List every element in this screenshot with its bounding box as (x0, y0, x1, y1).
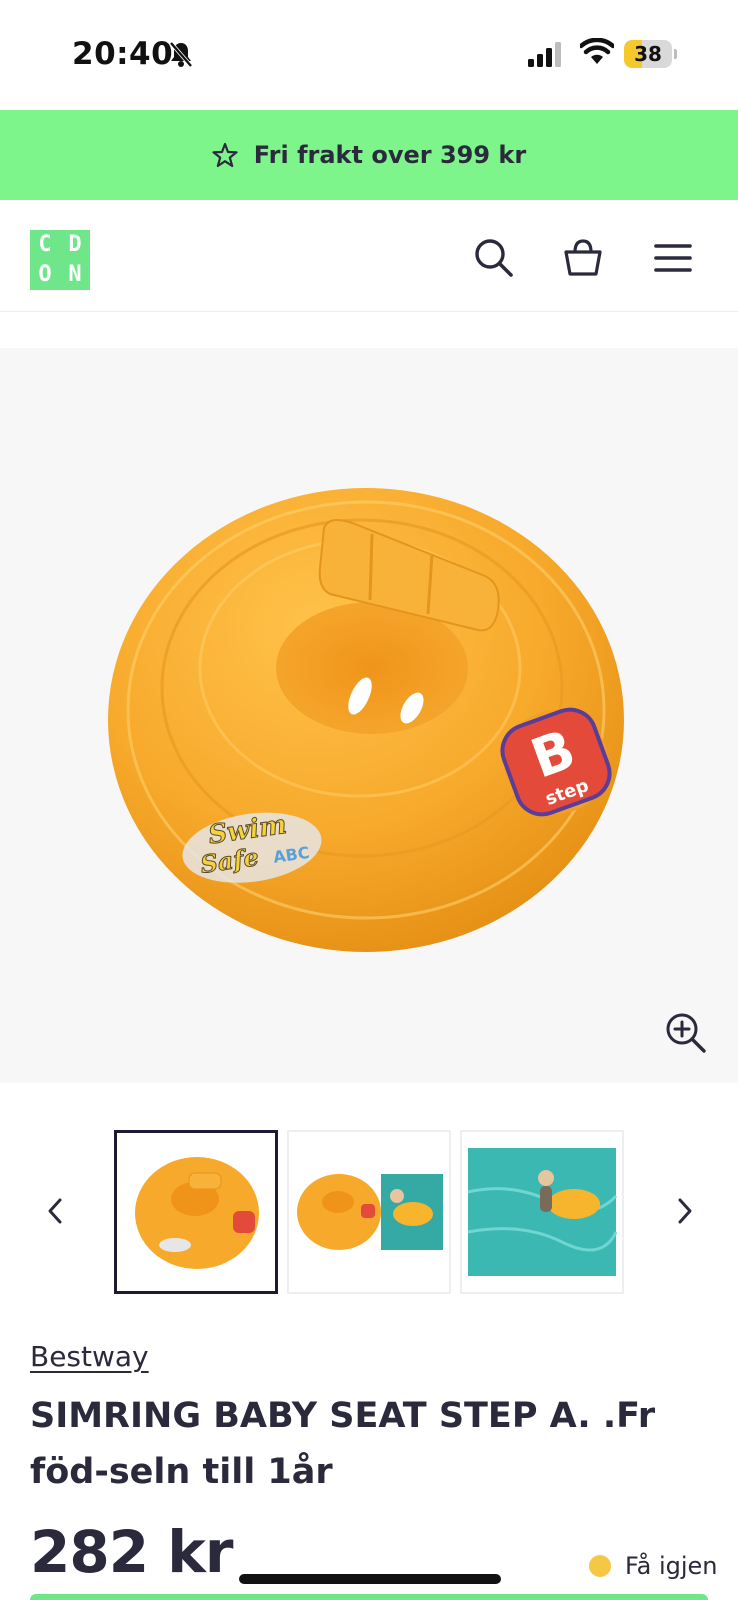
menu-icon[interactable] (653, 238, 693, 278)
cdon-logo[interactable]: C D O N (30, 230, 90, 290)
product-page: 20:40 38 Fri frakt over 399 kr C D O N B… (0, 0, 738, 1600)
thumbnail-3[interactable] (460, 1130, 624, 1294)
thumbnail-swim-ring (135, 1157, 259, 1269)
thumbnail-pool-photo (467, 1148, 618, 1276)
search-icon[interactable] (474, 238, 514, 278)
battery-level: 38 (634, 42, 662, 66)
thumbnail-swim-ring-with-baby (297, 1174, 443, 1250)
status-bar: 20:40 38 (0, 0, 738, 110)
logo-letter: C (38, 232, 52, 257)
wifi-icon (580, 38, 614, 64)
brand-link[interactable]: Bestway (30, 1340, 149, 1373)
swim-ring-illustration: B step Swim Safe ABC (108, 488, 624, 952)
bell-slash-icon (169, 41, 193, 68)
stock-status: Få igjen (589, 1552, 717, 1580)
add-to-cart-button[interactable] (30, 1594, 708, 1600)
product-image[interactable]: B step Swim Safe ABC (0, 348, 738, 1083)
stock-status-text: Få igjen (625, 1552, 718, 1580)
status-time: 20:40 (72, 36, 174, 72)
home-indicator (239, 1574, 501, 1584)
product-title: SIMRING BABY SEAT STEP A. .Fr föd-seln t… (30, 1396, 656, 1492)
stock-dot-icon (589, 1555, 611, 1577)
chevron-right-icon[interactable] (670, 1188, 700, 1234)
thumbnail-1[interactable] (114, 1130, 278, 1294)
free-shipping-banner: Fri frakt over 399 kr (0, 110, 738, 200)
cellular-signal-icon (528, 42, 561, 67)
battery-icon: 38 (624, 40, 677, 68)
thumbnail-carousel (0, 1130, 738, 1296)
star-icon (212, 142, 238, 168)
site-header: C D O N (0, 200, 738, 312)
logo-letter: D (68, 232, 82, 257)
logo-letter: N (68, 262, 82, 287)
logo-letter: O (38, 262, 52, 287)
product-price: 282 kr (30, 1518, 233, 1586)
chevron-left-icon[interactable] (40, 1188, 70, 1234)
free-shipping-text: Fri frakt over 399 kr (253, 141, 527, 169)
zoom-in-icon[interactable] (665, 1012, 707, 1054)
basket-icon[interactable] (563, 238, 603, 278)
thumbnail-2[interactable] (287, 1130, 451, 1294)
